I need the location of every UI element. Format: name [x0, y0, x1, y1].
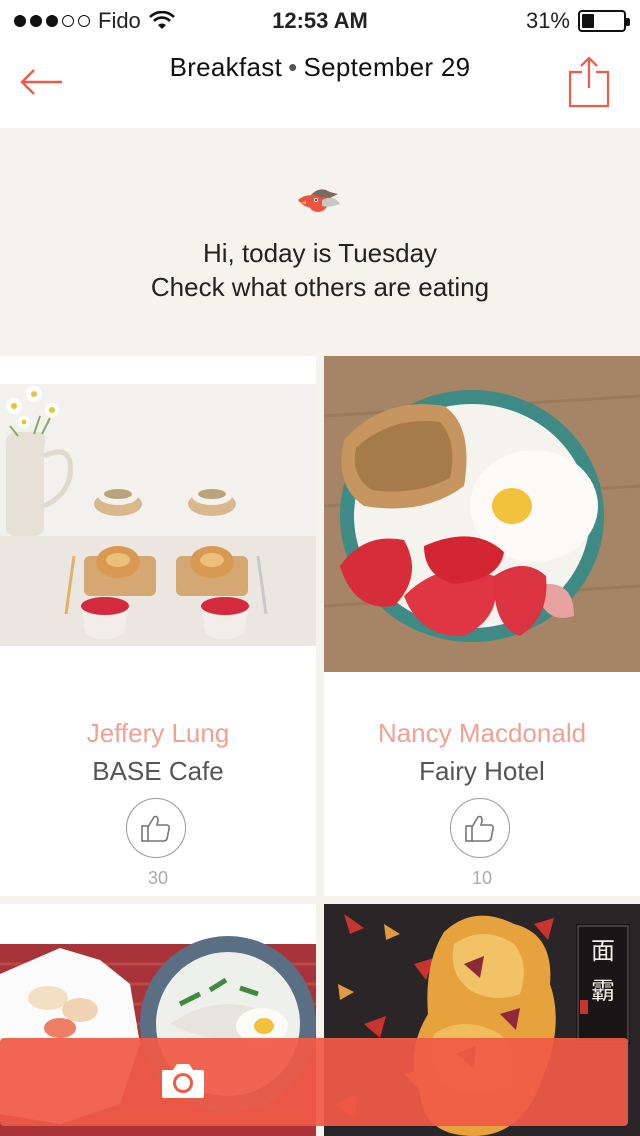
- like-button[interactable]: [450, 798, 510, 858]
- date-label: September 29: [303, 52, 471, 82]
- status-right: 31%: [525, 8, 630, 34]
- greeting-section: Hi, today is Tuesday Check what others a…: [0, 128, 640, 356]
- battery-fill: [582, 14, 594, 28]
- like-count: 10: [471, 868, 493, 888]
- user-name[interactable]: Nancy Macdonald: [324, 718, 640, 749]
- thumbs-up-icon: [141, 815, 171, 842]
- share-button[interactable]: [568, 54, 610, 110]
- bird-icon: [298, 189, 340, 212]
- page-title: Breakfast • September 29: [0, 52, 640, 83]
- post-card[interactable]: Nancy Macdonald Fairy Hotel 10: [324, 356, 640, 896]
- greeting-subtitle: Check what others are eating: [150, 272, 490, 302]
- share-icon: [568, 56, 610, 108]
- status-bar: Fido 12:53 AM 31%: [0, 0, 640, 40]
- title-separator: •: [288, 52, 298, 82]
- battery-percent: 31%: [525, 8, 570, 33]
- nav-bar: Breakfast • September 29: [0, 40, 640, 128]
- camera-icon: [162, 1064, 204, 1098]
- camera-button[interactable]: [0, 1038, 628, 1126]
- place-name[interactable]: BASE Cafe: [0, 756, 316, 787]
- post-card[interactable]: Jeffery Lung BASE Cafe 30: [0, 356, 316, 896]
- user-name[interactable]: Jeffery Lung: [0, 718, 316, 749]
- place-name[interactable]: Fairy Hotel: [324, 756, 640, 787]
- svg-text:霸: 霸: [591, 977, 615, 1005]
- thumbs-up-icon: [465, 815, 495, 842]
- greeting-day: Hi, today is Tuesday: [202, 238, 438, 268]
- svg-text:面: 面: [591, 937, 615, 965]
- food-photo: [0, 356, 316, 656]
- meal-label: Breakfast: [169, 52, 283, 82]
- like-count: 30: [147, 868, 169, 888]
- battery-icon: [578, 10, 630, 32]
- like-button[interactable]: [126, 798, 186, 858]
- food-photo: [324, 356, 640, 672]
